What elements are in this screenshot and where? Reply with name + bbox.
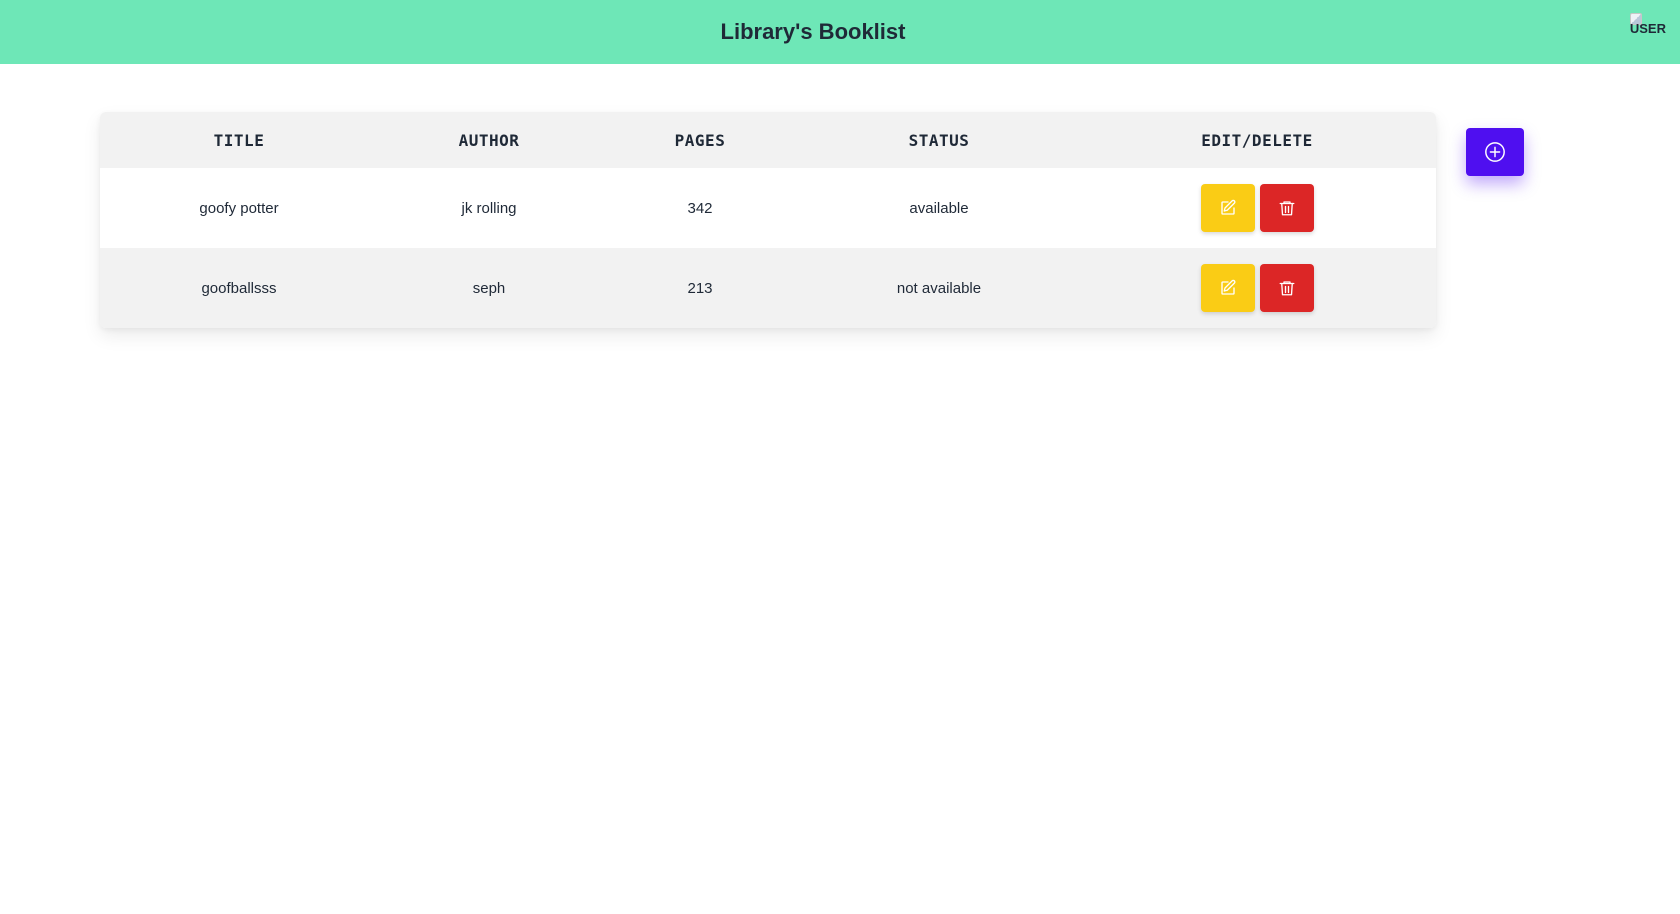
column-header-edit-delete: EDIT/DELETE [1201, 130, 1313, 150]
cell-status: available [909, 199, 969, 217]
column-header-author: AUTHOR [458, 130, 520, 150]
column-header-pages: PAGES [674, 130, 726, 150]
pencil-icon [1220, 199, 1235, 215]
delete-button[interactable] [1259, 184, 1314, 232]
cell-author: jk rolling [461, 199, 517, 217]
edit-button[interactable] [1200, 264, 1255, 312]
row-actions [1078, 264, 1436, 312]
page-title: Library's Booklist [720, 19, 906, 44]
cell-pages: 342 [687, 199, 713, 217]
booklist-table: TITLE AUTHOR PAGES STATUS EDIT/DELETE go… [100, 112, 1436, 328]
row-actions [1078, 184, 1436, 232]
cell-author: seph [472, 279, 506, 297]
table-body: goofy potter jk rolling 342 available go… [100, 168, 1436, 328]
booklist-table-card: TITLE AUTHOR PAGES STATUS EDIT/DELETE go… [100, 112, 1436, 328]
cell-status: not available [896, 279, 982, 297]
table-row: goofy potter jk rolling 342 available [100, 168, 1436, 248]
user-avatar[interactable]: USER [1628, 13, 1666, 43]
table-header-row: TITLE AUTHOR PAGES STATUS EDIT/DELETE [100, 112, 1436, 168]
column-header-status: STATUS [908, 130, 970, 150]
cell-pages: 213 [687, 279, 713, 297]
plus-circle-icon [1485, 142, 1505, 162]
cell-actions [1078, 248, 1436, 328]
delete-button[interactable] [1259, 264, 1314, 312]
app-header: Library's Booklist USER [0, 0, 1680, 64]
pencil-icon [1220, 279, 1235, 295]
cell-title: goofballsss [201, 279, 277, 297]
avatar-alt-text: USER [1629, 21, 1666, 36]
edit-button[interactable] [1200, 184, 1255, 232]
table-header: TITLE AUTHOR PAGES STATUS EDIT/DELETE [100, 112, 1436, 168]
table-row: goofballsss seph 213 not available [100, 248, 1436, 328]
add-book-button[interactable] [1466, 128, 1524, 176]
trash-icon [1279, 281, 1294, 296]
cell-actions [1078, 168, 1436, 248]
column-header-title: TITLE [213, 130, 265, 150]
trash-icon [1279, 201, 1294, 216]
cell-title: goofy potter [199, 199, 279, 217]
